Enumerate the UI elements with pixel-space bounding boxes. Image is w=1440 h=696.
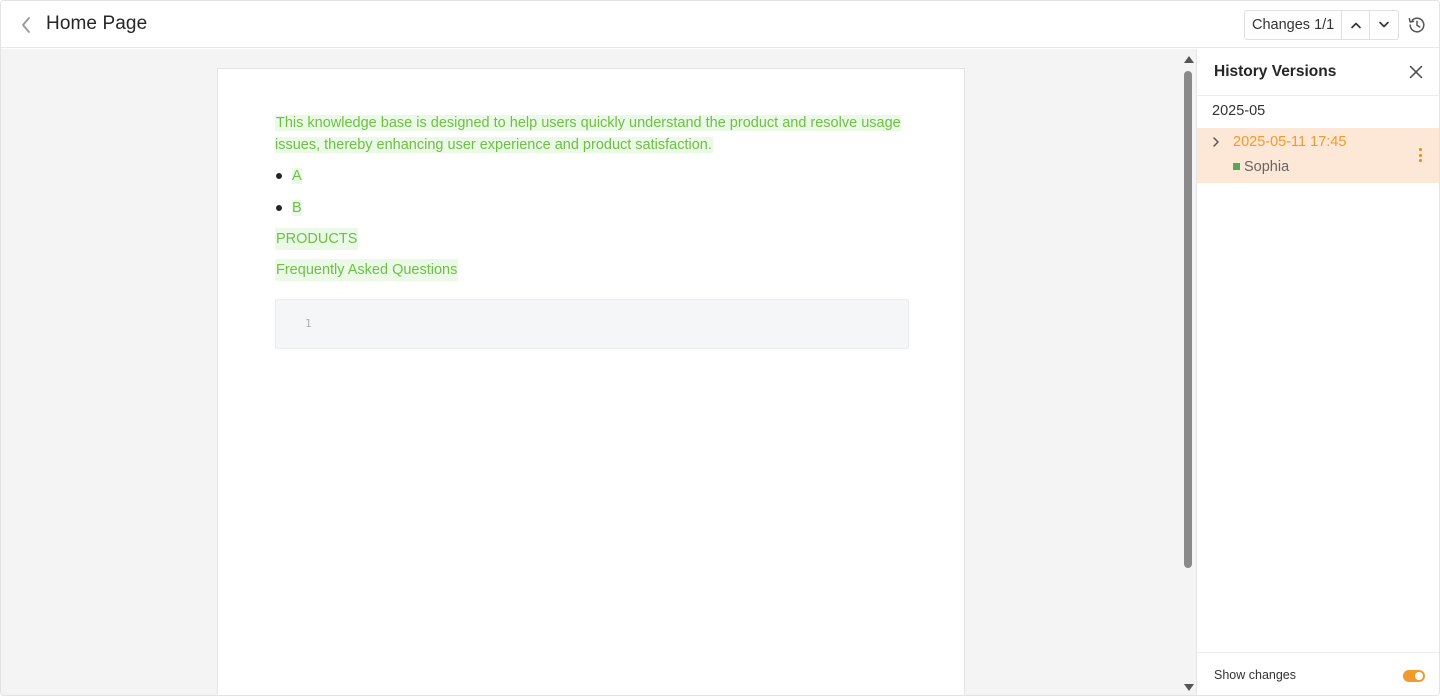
version-item[interactable]: 2025-05-11 17:45 Sophia <box>1197 128 1439 183</box>
list-item[interactable]: A <box>275 165 915 187</box>
document-canvas: This knowledge base is designed to help … <box>1 49 1181 695</box>
products-line[interactable]: PRODUCTS <box>275 228 915 250</box>
expand-version-button[interactable] <box>1209 134 1223 150</box>
code-line-number: 1 <box>305 317 312 330</box>
version-timestamp: 2025-05-11 17:45 <box>1233 134 1347 150</box>
author-color-marker <box>1233 163 1240 170</box>
chevron-up-icon <box>1350 22 1361 29</box>
chevron-down-icon <box>1379 21 1390 28</box>
page-title: Home Page <box>46 13 148 34</box>
list-item-text: A <box>292 168 302 184</box>
bullet-dot-icon <box>276 173 282 179</box>
panel-title: History Versions <box>1214 63 1337 80</box>
changed-text: This knowledge base is designed to help … <box>275 115 901 153</box>
history-button[interactable] <box>1406 14 1428 36</box>
changes-navigator: Changes 1/1 <box>1244 10 1400 40</box>
scroll-thumb[interactable] <box>1184 71 1192 568</box>
chevron-left-icon <box>22 17 30 33</box>
show-changes-toggle[interactable] <box>1403 670 1425 682</box>
list-item[interactable]: B <box>275 197 915 219</box>
panel-header: History Versions <box>1197 49 1439 96</box>
changes-counter: Changes 1/1 <box>1245 11 1343 39</box>
next-change-button[interactable] <box>1370 11 1398 39</box>
app-window: Home Page Changes 1/1 This knowledge bas… <box>0 0 1440 696</box>
toggle-knob <box>1415 672 1423 680</box>
month-group-label: 2025-05 <box>1212 103 1266 119</box>
close-icon <box>1409 65 1423 79</box>
vertical-scrollbar[interactable] <box>1181 49 1196 695</box>
code-block[interactable]: 1 <box>275 299 909 349</box>
bullet-list: A B <box>275 165 915 219</box>
previous-change-button[interactable] <box>1342 11 1371 39</box>
chevron-right-icon <box>1213 137 1219 147</box>
scroll-down-arrow-icon[interactable] <box>1184 684 1194 691</box>
version-author: Sophia <box>1244 159 1290 175</box>
products-text: PRODUCTS <box>275 228 359 250</box>
back-button[interactable] <box>15 13 37 37</box>
history-clock-icon <box>1408 17 1425 33</box>
history-versions-panel: History Versions 2025-05 2025-05-11 17:4… <box>1196 49 1439 695</box>
close-panel-button[interactable] <box>1407 63 1425 81</box>
document-content: This knowledge base is designed to help … <box>275 112 915 349</box>
version-more-button[interactable] <box>1415 145 1425 165</box>
panel-footer: Show changes <box>1197 652 1439 695</box>
more-dot-icon <box>1418 159 1422 162</box>
more-dot-icon <box>1418 148 1422 151</box>
document-page[interactable]: This knowledge base is designed to help … <box>217 68 965 695</box>
list-item-text: B <box>292 199 302 216</box>
scroll-up-arrow-icon[interactable] <box>1184 56 1194 63</box>
faq-text: Frequently Asked Questions <box>275 259 459 281</box>
more-dot-icon <box>1418 153 1422 157</box>
show-changes-label: Show changes <box>1214 668 1297 682</box>
faq-line[interactable]: Frequently Asked Questions <box>275 259 915 281</box>
intro-paragraph[interactable]: This knowledge base is designed to help … <box>275 112 915 156</box>
top-header: Home Page Changes 1/1 <box>1 1 1439 48</box>
bullet-dot-icon <box>276 204 282 211</box>
